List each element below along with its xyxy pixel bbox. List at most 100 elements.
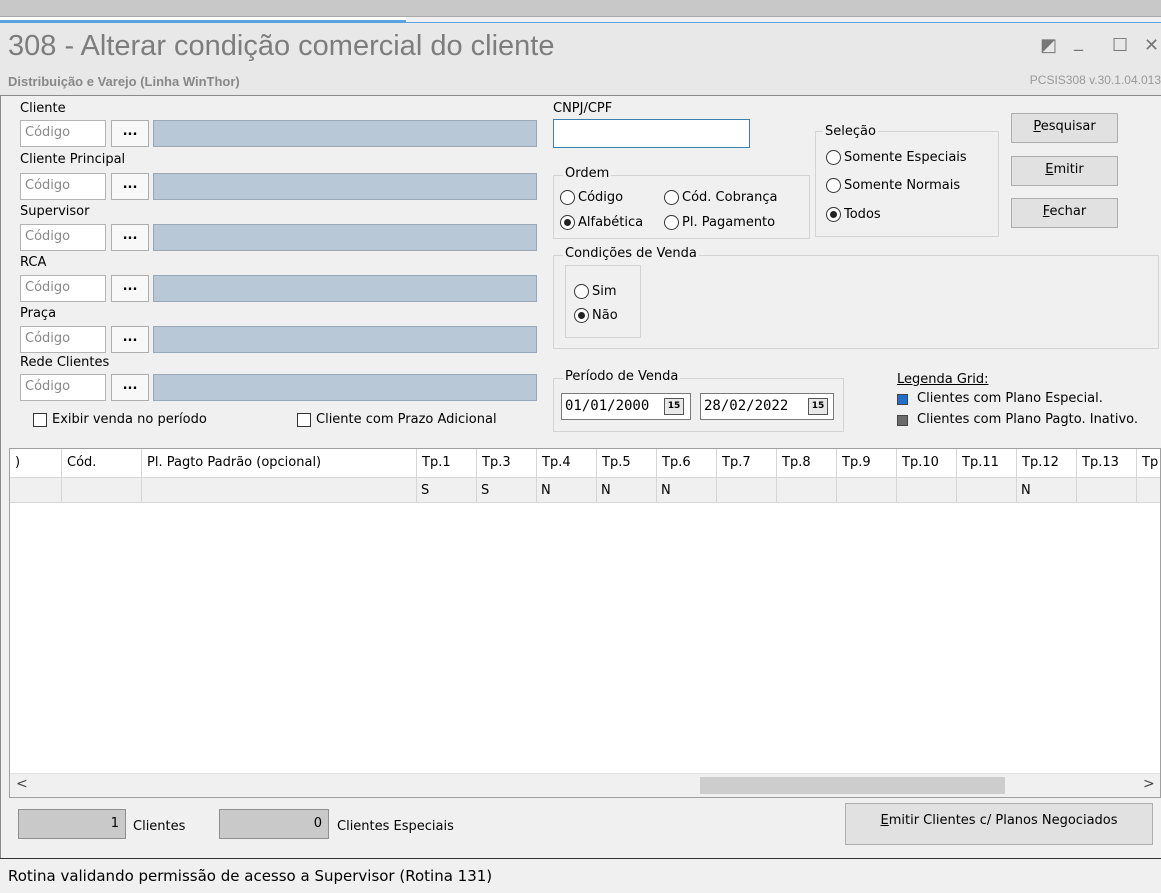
- close-icon[interactable]: ✕: [1144, 35, 1159, 56]
- grid-cell[interactable]: S: [477, 477, 536, 503]
- rca-code-input[interactable]: Código: [20, 275, 106, 302]
- restore-icon[interactable]: ◩: [1040, 35, 1057, 56]
- emitir-planos-button[interactable]: Emitir Clientes c/ Planos Negociados: [845, 803, 1153, 845]
- grid-cell[interactable]: [777, 477, 836, 503]
- grid-header[interactable]: Pl. Pagto Padrão (opcional): [142, 449, 416, 477]
- supervisor-lookup-button[interactable]: ...: [111, 224, 149, 251]
- supervisor-code-input[interactable]: Código: [20, 224, 106, 251]
- grid-header[interactable]: Tp.4: [537, 449, 596, 477]
- checkbox-box[interactable]: [297, 412, 311, 427]
- grid-header[interactable]: Cód.: [62, 449, 141, 477]
- grid-cell[interactable]: [717, 477, 776, 503]
- cliente-principal-lookup-button[interactable]: ...: [111, 173, 149, 200]
- radio-circle[interactable]: [826, 150, 841, 165]
- checkbox-box[interactable]: [33, 412, 47, 427]
- cliente-principal-code-input[interactable]: Código: [20, 173, 106, 200]
- condicoes-nao-radio[interactable]: Não: [574, 308, 618, 323]
- calendar-icon[interactable]: 15: [664, 398, 684, 415]
- radio-circle-selected[interactable]: [574, 308, 589, 323]
- grid-cell[interactable]: [1137, 477, 1160, 503]
- grid-cell[interactable]: S: [417, 477, 476, 503]
- cliente-code-input[interactable]: Código: [20, 120, 106, 147]
- grid-header[interactable]: Tp.9: [837, 449, 896, 477]
- condicoes-outer-group: [553, 255, 1159, 349]
- prazo-adicional-label: Cliente com Prazo Adicional: [316, 412, 497, 427]
- grid-header[interactable]: Tp.8: [777, 449, 836, 477]
- grid-header[interactable]: ): [10, 449, 61, 477]
- legend-gray-swatch: [897, 415, 908, 426]
- scroll-thumb[interactable]: [700, 777, 1005, 794]
- horizontal-scrollbar[interactable]: < >: [10, 773, 1160, 797]
- grid-header[interactable]: Tp.1: [417, 449, 476, 477]
- radio-circle[interactable]: [664, 215, 679, 230]
- minimize-icon[interactable]: _: [1074, 31, 1083, 52]
- ordem-codigo-radio[interactable]: Código: [560, 190, 623, 205]
- prazo-adicional-checkbox[interactable]: Cliente com Prazo Adicional: [297, 412, 497, 427]
- grid-header[interactable]: Tp.7: [717, 449, 776, 477]
- exibir-venda-label: Exibir venda no período: [52, 412, 207, 427]
- selecao-title: Seleção: [823, 124, 878, 139]
- grid-header[interactable]: Tp.13: [1077, 449, 1136, 477]
- pesquisar-button[interactable]: Pesquisar: [1011, 113, 1118, 143]
- fechar-button[interactable]: Fechar: [1011, 198, 1118, 228]
- radio-circle[interactable]: [826, 178, 841, 193]
- grid-cell[interactable]: N: [537, 477, 596, 503]
- grid-cell[interactable]: [837, 477, 896, 503]
- selecao-especiais-radio[interactable]: Somente Especiais: [826, 150, 967, 165]
- exibir-venda-checkbox[interactable]: Exibir venda no período: [33, 412, 207, 427]
- rca-lookup-button[interactable]: ...: [111, 275, 149, 302]
- grid-header[interactable]: Tp: [1137, 449, 1160, 477]
- window-subtitle: Distribuição e Varejo (Linha WinThor): [8, 74, 240, 89]
- legend-blue-swatch: [897, 394, 908, 405]
- ordem-alfabetica-label: Alfabética: [578, 215, 644, 230]
- selecao-todos-radio[interactable]: Todos: [826, 207, 881, 222]
- ordem-cod-cobranca-label: Cód. Cobrança: [682, 190, 778, 205]
- emitir-button[interactable]: Emitir: [1011, 156, 1118, 186]
- ordem-alfabetica-radio[interactable]: Alfabética: [560, 215, 643, 230]
- grid-cell[interactable]: N: [597, 477, 656, 503]
- selecao-especiais-label: Somente Especiais: [844, 150, 967, 165]
- radio-circle[interactable]: [560, 190, 575, 205]
- clientes-grid[interactable]: ) Cód. Pl. Pagto Padrão (opcional) Tp.1 …: [9, 448, 1161, 798]
- grid-cell[interactable]: [1077, 477, 1136, 503]
- scroll-left-icon[interactable]: <: [16, 776, 28, 792]
- grid-cell[interactable]: [897, 477, 956, 503]
- grid-cell[interactable]: N: [657, 477, 716, 503]
- radio-circle-selected[interactable]: [560, 215, 575, 230]
- grid-cell[interactable]: [62, 477, 141, 503]
- praca-code-input[interactable]: Código: [20, 326, 106, 353]
- ordem-pl-pagamento-radio[interactable]: Pl. Pagamento: [664, 215, 775, 230]
- grid-header[interactable]: Tp.5: [597, 449, 656, 477]
- praca-label: Praça: [20, 306, 57, 321]
- grid-header[interactable]: Tp.12: [1017, 449, 1076, 477]
- status-text: Rotina validando permissão de acesso a S…: [8, 867, 493, 885]
- grid-header[interactable]: Tp.11: [957, 449, 1016, 477]
- scroll-right-icon[interactable]: >: [1143, 776, 1155, 792]
- calendar-icon[interactable]: 15: [808, 398, 828, 415]
- radio-circle-selected[interactable]: [826, 207, 841, 222]
- praca-lookup-button[interactable]: ...: [111, 326, 149, 353]
- grid-header[interactable]: Tp.6: [657, 449, 716, 477]
- grid-column: Cód.: [62, 449, 142, 503]
- ordem-cod-cobranca-radio[interactable]: Cód. Cobrança: [664, 190, 778, 205]
- rede-clientes-lookup-button[interactable]: ...: [111, 374, 149, 401]
- rede-clientes-code-input[interactable]: Código: [20, 374, 106, 401]
- legend-item-especial: Clientes com Plano Especial.: [917, 391, 1103, 406]
- maximize-icon[interactable]: ☐: [1112, 35, 1128, 56]
- grid-cell[interactable]: N: [1017, 477, 1076, 503]
- grid-header[interactable]: Tp.10: [897, 449, 956, 477]
- grid-cell[interactable]: [10, 477, 61, 503]
- emitir-planos-label: mitir Clientes c/ Planos Negociados: [888, 813, 1118, 828]
- selecao-normais-radio[interactable]: Somente Normais: [826, 178, 960, 193]
- condicoes-sim-radio[interactable]: Sim: [574, 284, 617, 299]
- status-bar: Rotina validando permissão de acesso a S…: [0, 858, 1161, 893]
- grid-cell[interactable]: [957, 477, 1016, 503]
- ordem-codigo-label: Código: [578, 190, 624, 205]
- grid-header[interactable]: Tp.3: [477, 449, 536, 477]
- cliente-lookup-button[interactable]: ...: [111, 120, 149, 147]
- praca-description-field: [153, 326, 537, 353]
- radio-circle[interactable]: [664, 190, 679, 205]
- grid-cell[interactable]: [142, 477, 416, 503]
- cnpj-input[interactable]: [553, 119, 750, 148]
- radio-circle[interactable]: [574, 284, 589, 299]
